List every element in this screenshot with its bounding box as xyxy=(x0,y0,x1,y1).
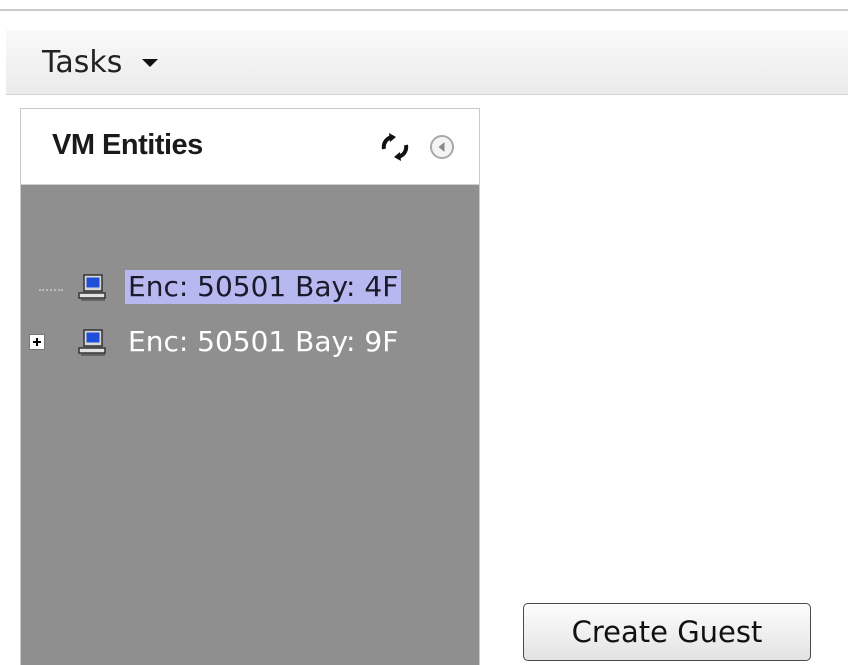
collapse-left-icon[interactable] xyxy=(428,133,456,161)
tasks-label: Tasks xyxy=(42,44,123,80)
tree-node-label[interactable]: Enc: 50501 Bay: 9F xyxy=(125,325,401,359)
top-divider xyxy=(0,0,848,11)
tree-node-bay-4f[interactable]: Enc: 50501 Bay: 4F xyxy=(21,265,481,309)
tree-node-bay-9f[interactable]: Enc: 50501 Bay: 9F xyxy=(21,320,481,364)
computer-icon xyxy=(78,274,106,301)
tree-connector xyxy=(39,289,63,291)
create-guest-button[interactable]: Create Guest xyxy=(523,603,811,661)
panel-title: VM Entities xyxy=(52,129,203,161)
tasks-toolbar: Tasks xyxy=(6,30,848,95)
vm-entities-panel: VM Entities Enc: 50501 Bay: 4F Enc: 5050… xyxy=(20,108,480,665)
refresh-icon[interactable] xyxy=(377,129,413,165)
expand-plus-icon[interactable] xyxy=(29,334,45,350)
computer-icon xyxy=(78,329,106,356)
dropdown-arrow-icon xyxy=(142,59,159,67)
tasks-menu-button[interactable]: Tasks xyxy=(42,42,159,82)
panel-header: VM Entities xyxy=(21,109,479,185)
tree-node-label[interactable]: Enc: 50501 Bay: 4F xyxy=(125,270,402,304)
